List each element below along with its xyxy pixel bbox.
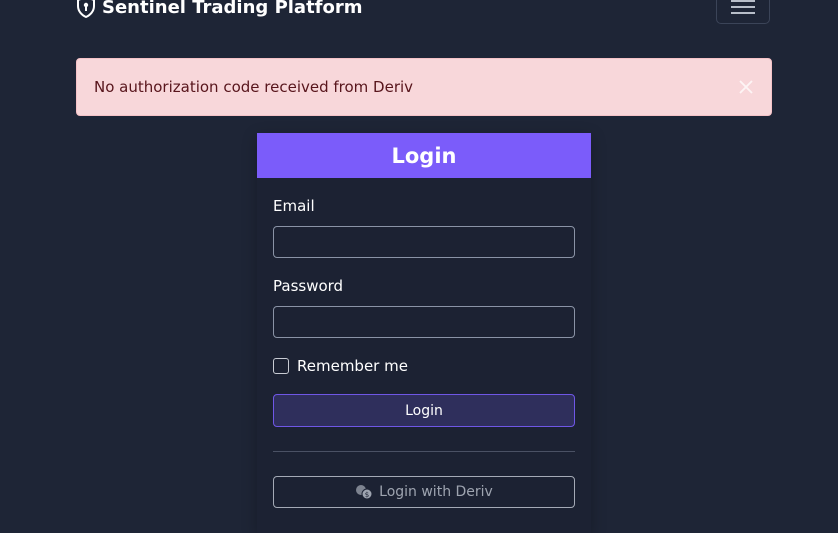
password-field[interactable]	[273, 306, 575, 338]
svg-text:$: $	[365, 491, 369, 499]
navbar: Sentinel Trading Platform	[0, 0, 838, 32]
card-title: Login	[391, 143, 457, 168]
password-label: Password	[273, 277, 344, 295]
login-button-label: Login	[405, 402, 443, 419]
remember-me-checkbox[interactable]	[273, 358, 289, 374]
login-card: Login Email Password Remember me Login $…	[257, 133, 591, 533]
login-button[interactable]: Login	[273, 394, 575, 427]
brand-link[interactable]: Sentinel Trading Platform	[76, 0, 363, 19]
hamburger-menu-icon	[730, 0, 756, 21]
brand-text: Sentinel Trading Platform	[102, 0, 363, 18]
coins-icon: $	[355, 484, 373, 500]
divider	[273, 451, 575, 452]
close-icon[interactable]	[737, 78, 755, 96]
card-header: Login	[257, 133, 591, 178]
shield-icon	[76, 0, 96, 19]
login-with-deriv-button[interactable]: $ Login with Deriv	[273, 476, 575, 508]
deriv-button-label: Login with Deriv	[379, 484, 493, 500]
email-label: Email	[273, 197, 315, 215]
error-alert: No authorization code received from Deri…	[76, 58, 772, 116]
email-field[interactable]	[273, 226, 575, 258]
navbar-toggler-button[interactable]	[716, 0, 770, 24]
alert-message: No authorization code received from Deri…	[94, 78, 414, 96]
remember-me-label[interactable]: Remember me	[297, 357, 408, 375]
